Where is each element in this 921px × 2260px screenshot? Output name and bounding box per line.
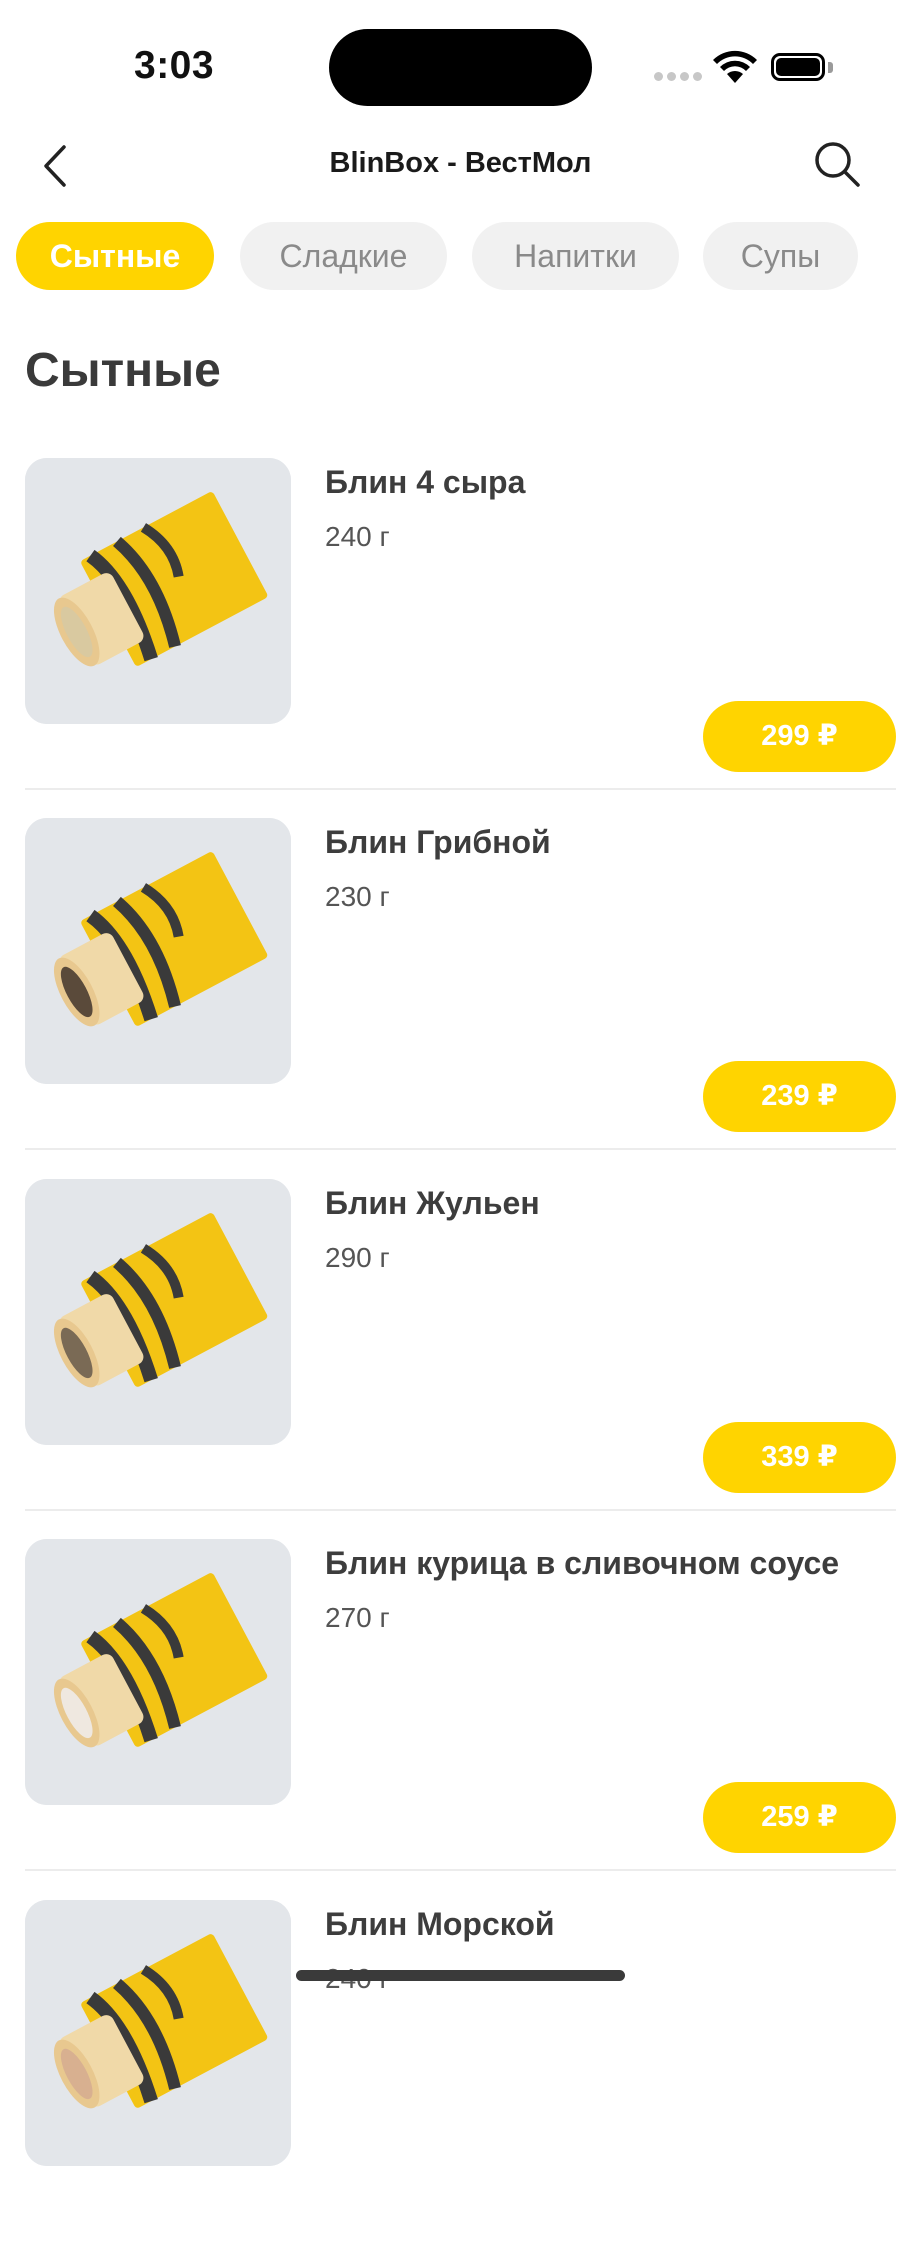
- dynamic-island: [329, 29, 592, 106]
- tab-supy[interactable]: Супы: [703, 222, 858, 290]
- add-to-cart-price-button[interactable]: 339 ₽: [703, 1422, 896, 1493]
- product-name: Блин Грибной: [325, 824, 551, 860]
- navigation-bar: BlinBox - ВестМол: [0, 125, 921, 205]
- status-time: 3:03: [134, 44, 215, 87]
- product-image[interactable]: [25, 1900, 291, 2166]
- product-card[interactable]: Блин Морской240 г: [25, 1900, 896, 2260]
- product-name: Блин 4 сыра: [325, 464, 526, 500]
- product-name: Блин курица в сливочном соусе: [325, 1545, 840, 1581]
- page-title: BlinBox - ВестМол: [329, 147, 592, 179]
- divider: [25, 1509, 896, 1511]
- product-card[interactable]: Блин 4 сыра 240 г 299 ₽: [25, 458, 896, 818]
- divider: [25, 1148, 896, 1150]
- status-bar: 3:03: [0, 0, 921, 120]
- category-tabs: Сытные Сладкие Напитки Супы: [16, 222, 921, 290]
- home-indicator: [296, 1970, 625, 1981]
- product-card[interactable]: Блин Грибной 230 г 239 ₽: [25, 818, 896, 1178]
- product-image[interactable]: [25, 1539, 291, 1805]
- product-weight: 240 г: [325, 521, 390, 552]
- product-card[interactable]: Блин курица в сливочном соусе 270 г 259 ₽: [25, 1539, 896, 1899]
- product-weight: 230 г: [325, 881, 390, 912]
- tab-sladkie[interactable]: Сладкие: [240, 222, 447, 290]
- wifi-icon: [713, 50, 757, 83]
- product-weight: 270 г: [325, 1602, 390, 1633]
- product-name: Блин Жульен: [325, 1185, 540, 1221]
- cellular-signal-icon: [654, 72, 702, 82]
- battery-icon: [771, 53, 834, 82]
- divider: [25, 788, 896, 790]
- product-card[interactable]: Блин Жульен 290 г 339 ₽: [25, 1179, 896, 1539]
- product-image[interactable]: [25, 1179, 291, 1445]
- product-image[interactable]: [25, 458, 291, 724]
- tab-napitki[interactable]: Напитки: [472, 222, 679, 290]
- add-to-cart-price-button[interactable]: 259 ₽: [703, 1782, 896, 1853]
- add-to-cart-price-button[interactable]: 299 ₽: [703, 701, 896, 772]
- product-weight: 290 г: [325, 1242, 390, 1273]
- add-to-cart-price-button[interactable]: 239 ₽: [703, 1061, 896, 1132]
- product-name: Блин Морской: [325, 1906, 555, 1942]
- section-title: Сытные: [25, 344, 221, 397]
- divider: [25, 1869, 896, 1871]
- tab-sytnye[interactable]: Сытные: [16, 222, 214, 290]
- search-icon[interactable]: [812, 139, 862, 189]
- product-image[interactable]: [25, 818, 291, 1084]
